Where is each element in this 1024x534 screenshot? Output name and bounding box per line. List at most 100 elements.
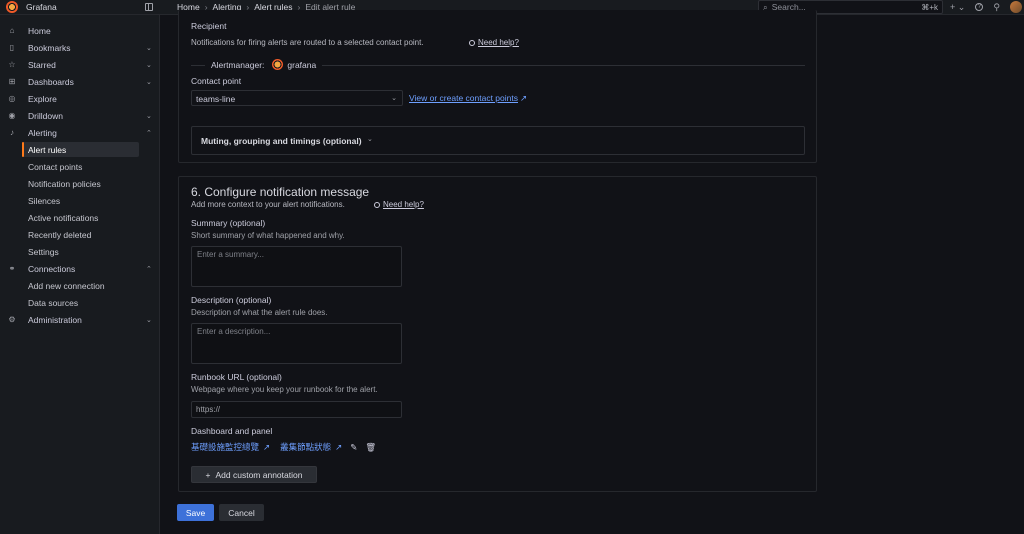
chevron-down-icon[interactable]: ⌄ [146,316,152,324]
grafana-logo-icon [6,1,18,13]
chevron-up-icon[interactable]: ⌃ [146,129,152,137]
runbook-description: Webpage where you keep your runbook for … [191,385,378,394]
sidebar-item-bookmarks[interactable]: ▯ Bookmarks ⌄ [0,40,160,55]
star-icon: ☆ [8,60,16,69]
sidebar-item-label: Alert rules [28,144,67,155]
description-label: Description (optional) [191,295,272,305]
section-title: 6. Configure notification message [191,185,370,199]
muting-collapse[interactable]: Muting, grouping and timings (optional) … [191,126,805,155]
sidebar-item-label: Drilldown [28,110,63,121]
sidebar-item-alerting[interactable]: ♪ Alerting ⌃ [0,125,160,140]
cog-icon: ⚙ [8,315,16,324]
alertmanager-label: Alertmanager: [211,59,265,70]
sidebar-item-label: Notification policies [28,178,101,189]
sidebar-item-label: Dashboards [28,76,74,87]
save-button[interactable]: Save [177,504,214,521]
grafana-logo-icon [272,59,284,70]
chevron-down-icon[interactable]: ⌄ [146,112,152,120]
chevron-down-icon[interactable]: ⌄ [146,78,152,86]
trash-icon[interactable]: 🗑 [365,442,376,453]
section-description: Add more context to your alert notificat… [191,200,345,209]
sidebar-item-label: Recently deleted [28,229,92,240]
notification-help-link[interactable]: Need help? [374,200,424,209]
summary-label: Summary (optional) [191,218,266,228]
dashboards-icon: ⊞ [8,77,16,86]
sidebar-item-label: Connections [28,263,76,274]
sidebar-item-drilldown[interactable]: ◉ Drilldown ⌄ [0,108,160,123]
sidebar-item-label: Administration [28,314,82,325]
add-menu-icon[interactable]: + ⌄ [950,2,965,13]
sidebar-item-label: Bookmarks [28,42,71,53]
sidebar-item-label: Add new connection [28,280,105,291]
alertmanager-row: Alertmanager: grafana [205,59,323,70]
external-link-icon: ↗ [263,441,271,452]
runbook-url-input[interactable] [191,401,402,418]
sidebar-item-explore[interactable]: ◎ Explore [0,91,160,106]
question-circle-icon [469,39,475,46]
view-contact-points-link[interactable]: View or create contact points ↗ [409,93,527,104]
recipient-section: Recipient Notifications for firing alert… [178,10,817,163]
sidebar-item-settings[interactable]: Settings [0,244,160,259]
description-description: Description of what the alert rule does. [191,308,328,317]
help-icon[interactable]: ? [975,3,984,11]
sidebar-item-label: Alerting [28,127,57,138]
brand[interactable]: Grafana [6,1,57,13]
sidebar-item-contact-points[interactable]: Contact points [0,159,160,174]
runbook-label: Runbook URL (optional) [191,372,282,382]
muting-label: Muting, grouping and timings (optional) [201,136,362,146]
sidebar-item-label: Settings [28,246,59,257]
bell-icon: ♪ [10,128,14,137]
dock-menu-icon[interactable] [145,3,153,11]
chevron-down-icon[interactable]: ⌄ [146,44,152,52]
sidebar-item-recently-deleted[interactable]: Recently deleted [0,227,160,242]
sidebar-item-label: Silences [28,195,61,206]
dashboard-link[interactable]: 基礎設施監控總覽 [191,441,259,453]
compass-icon: ◎ [8,94,16,103]
description-input[interactable] [191,323,402,364]
contact-point-select[interactable]: teams-line ⌄ [191,90,403,106]
sidebar-item-label: Data sources [28,297,79,308]
cancel-button[interactable]: Cancel [219,504,264,521]
sidebar-item-connections[interactable]: ⚭ Connections ⌃ [0,261,160,276]
dashboard-panel-row: 基礎設施監控總覽 ↗ 叢集節點狀態 ↗ ✎ 🗑 [191,441,376,453]
external-link-icon: ↗ [520,93,528,103]
recipient-title: Recipient [191,21,227,31]
add-annotation-label: Add custom annotation [215,469,303,480]
chevron-up-icon[interactable]: ⌃ [146,265,152,273]
news-icon[interactable]: ⚲ [993,2,1000,13]
recipient-help-link[interactable]: Need help? [469,38,519,47]
sidebar-item-add-new-connection[interactable]: Add new connection [0,278,160,293]
summary-input[interactable] [191,246,402,287]
recipient-description: Notifications for firing alerts are rout… [191,38,424,47]
app-name: Grafana [26,2,57,12]
sidebar-item-label: Home [28,25,51,36]
sidebar-item-starred[interactable]: ☆ Starred ⌄ [0,57,160,72]
sidebar-item-data-sources[interactable]: Data sources [0,295,160,310]
chevron-down-icon: ⌄ [367,136,373,143]
external-link-icon: ↗ [335,441,343,452]
connections-icon: ⚭ [8,264,16,273]
sidebar-item-active-notifications[interactable]: Active notifications [0,210,160,225]
sidebar-item-administration[interactable]: ⚙ Administration ⌄ [0,312,160,327]
chevron-down-icon: ⌄ [391,95,397,102]
sidebar-item-label: Contact points [28,161,83,172]
topbar-actions: + ⌄ ? ⚲ [950,1,1022,13]
notification-section: 6. Configure notification message Add mo… [178,176,817,492]
sidebar-item-label: Explore [28,93,57,104]
sidebar-item-alert-rules[interactable]: Alert rules [22,142,139,157]
sidebar-item-label: Active notifications [28,212,99,223]
avatar[interactable] [1009,1,1022,13]
sidebar: ⌂ Home ▯ Bookmarks ⌄ ☆ Starred ⌄ ⊞ Dashboards ⌄… [0,15,160,534]
dashboard-panel-label: Dashboard and panel [191,426,273,436]
chevron-down-icon[interactable]: ⌄ [146,61,152,69]
panel-link[interactable]: 叢集節點狀態 [280,441,331,453]
sidebar-item-silences[interactable]: Silences [0,193,160,208]
add-custom-annotation-button[interactable]: + Add custom annotation [191,466,317,483]
sidebar-item-notification-policies[interactable]: Notification policies [0,176,160,191]
pencil-icon[interactable]: ✎ [350,442,357,453]
contact-point-value: teams-line [196,94,236,104]
bookmark-icon: ▯ [9,43,15,52]
sidebar-item-home[interactable]: ⌂ Home [0,23,160,38]
plus-icon: + [205,469,211,480]
sidebar-item-dashboards[interactable]: ⊞ Dashboards ⌄ [0,74,160,89]
